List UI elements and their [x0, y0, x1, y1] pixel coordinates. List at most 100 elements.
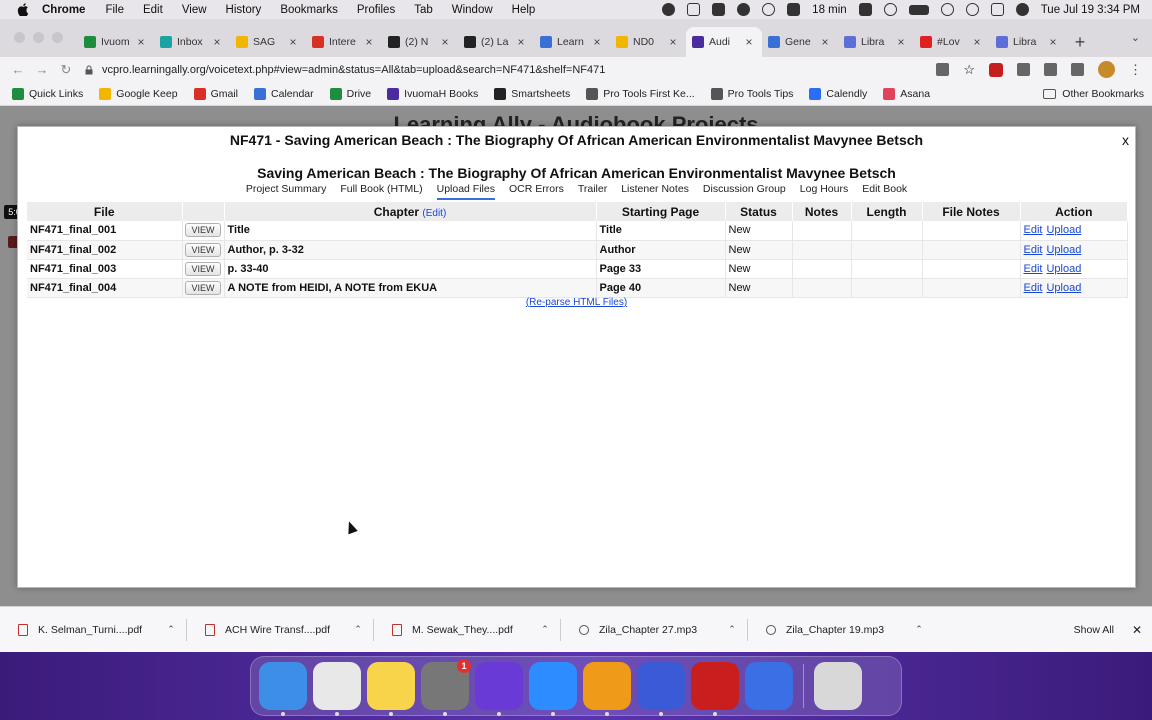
- dock-app-icon[interactable]: [313, 662, 361, 716]
- browser-tab[interactable]: #Lov ×: [914, 27, 990, 57]
- view-button[interactable]: VIEW: [185, 242, 221, 257]
- gear-status-icon[interactable]: [662, 3, 676, 16]
- tab-close-icon[interactable]: ×: [590, 35, 604, 49]
- edit-link[interactable]: Edit: [1024, 224, 1043, 236]
- extension-red-icon[interactable]: [989, 62, 1003, 77]
- browser-tab[interactable]: Gene ×: [762, 27, 838, 57]
- bookmark-star-icon[interactable]: ☆: [963, 62, 975, 78]
- close-icon[interactable]: x: [1122, 132, 1129, 148]
- chevron-up-icon[interactable]: ⌃: [912, 624, 926, 635]
- address-bar[interactable]: vcpro.learningally.org/voicetext.php#vie…: [84, 59, 936, 81]
- download-item[interactable]: K. Selman_Turni....pdf ⌃: [0, 623, 186, 636]
- tab-close-icon[interactable]: ×: [818, 35, 832, 49]
- chevron-up-icon[interactable]: ⌃: [725, 624, 739, 635]
- play-icon[interactable]: [883, 3, 897, 16]
- calendar-status-icon[interactable]: [787, 3, 801, 16]
- download-item[interactable]: ACH Wire Transf....pdf ⌃: [187, 623, 373, 636]
- other-bookmarks[interactable]: Other Bookmarks: [1043, 88, 1144, 100]
- browser-tab[interactable]: Learn ×: [534, 27, 610, 57]
- bookmark-item[interactable]: IvuomaH Books: [387, 87, 478, 100]
- subnav-tab[interactable]: Project Summary: [246, 183, 327, 200]
- menu-tab[interactable]: Tab: [414, 4, 433, 16]
- dock-app-icon[interactable]: [367, 662, 415, 716]
- bookmark-item[interactable]: Pro Tools Tips: [710, 87, 793, 100]
- reading-list-icon[interactable]: [1044, 63, 1057, 76]
- browser-tab[interactable]: (2) La ×: [458, 27, 534, 57]
- share-icon[interactable]: [936, 63, 950, 76]
- screen-capture-icon[interactable]: [687, 3, 701, 16]
- tab-close-icon[interactable]: ×: [970, 35, 984, 49]
- close-window-button[interactable]: [14, 32, 25, 43]
- chevron-up-icon[interactable]: ⌃: [351, 624, 365, 635]
- side-panel-icon[interactable]: [1071, 63, 1084, 76]
- subnav-tab[interactable]: Discussion Group: [703, 183, 786, 200]
- bookmark-item[interactable]: Quick Links: [12, 87, 83, 100]
- menu-history[interactable]: History: [226, 4, 262, 16]
- subnav-tab[interactable]: Upload Files: [436, 183, 495, 200]
- show-all-downloads-button[interactable]: Show All: [1074, 624, 1114, 636]
- tab-close-icon[interactable]: ×: [1046, 35, 1060, 49]
- scrivener-icon[interactable]: [858, 3, 872, 16]
- browser-tab[interactable]: Audi ×: [686, 27, 762, 57]
- edit-link[interactable]: Edit: [1024, 263, 1043, 275]
- dock-app-icon[interactable]: [814, 662, 862, 710]
- edit-link[interactable]: Edit: [1024, 244, 1043, 256]
- bookmark-item[interactable]: Calendar: [254, 87, 314, 100]
- tab-close-icon[interactable]: ×: [286, 35, 300, 49]
- dock-app-icon[interactable]: [259, 662, 307, 716]
- dock-app-icon[interactable]: [583, 662, 631, 716]
- subnav-tab[interactable]: Log Hours: [800, 183, 848, 200]
- menu-view[interactable]: View: [182, 4, 207, 16]
- view-button[interactable]: VIEW: [185, 280, 221, 295]
- tab-close-icon[interactable]: ×: [666, 35, 680, 49]
- browser-tab[interactable]: ND0 ×: [610, 27, 686, 57]
- browser-tab[interactable]: Ivuom ×: [78, 27, 154, 57]
- upload-link[interactable]: Upload: [1046, 224, 1081, 236]
- bookmark-item[interactable]: Google Keep: [99, 87, 178, 100]
- address-url[interactable]: vcpro.learningally.org/voicetext.php#vie…: [102, 64, 605, 76]
- upload-link[interactable]: Upload: [1046, 282, 1081, 294]
- browser-tab[interactable]: SAG ×: [230, 27, 306, 57]
- tab-close-icon[interactable]: ×: [894, 35, 908, 49]
- profile-avatar[interactable]: [1098, 61, 1115, 78]
- subnav-tab[interactable]: OCR Errors: [509, 183, 564, 200]
- menu-bookmarks[interactable]: Bookmarks: [280, 4, 338, 16]
- reload-icon[interactable]: ↻: [54, 62, 78, 78]
- tab-close-icon[interactable]: ×: [514, 35, 528, 49]
- download-item[interactable]: Zila_Chapter 27.mp3 ⌃: [561, 624, 747, 636]
- wifi-icon[interactable]: [940, 3, 954, 16]
- bookmark-item[interactable]: Asana: [883, 87, 930, 100]
- bookmark-item[interactable]: Pro Tools First Ke...: [586, 87, 695, 100]
- more-menu-icon[interactable]: ⋮: [1129, 62, 1142, 78]
- menubar-app-name[interactable]: Chrome: [42, 4, 85, 16]
- clock-text[interactable]: Tue Jul 19 3:34 PM: [1041, 4, 1140, 16]
- menu-file[interactable]: File: [105, 4, 124, 16]
- tab-search-chevron-icon[interactable]: ⌄: [1131, 31, 1140, 44]
- dock-app-icon[interactable]: [637, 662, 685, 716]
- dock-app-icon[interactable]: [529, 662, 577, 716]
- subnav-tab[interactable]: Edit Book: [862, 183, 907, 200]
- dock-app-icon[interactable]: 1: [421, 659, 471, 716]
- menu-edit[interactable]: Edit: [143, 4, 163, 16]
- bookmark-item[interactable]: Drive: [329, 87, 371, 100]
- tab-close-icon[interactable]: ×: [362, 35, 376, 49]
- apple-icon[interactable]: [16, 3, 30, 17]
- tab-close-icon[interactable]: ×: [438, 35, 452, 49]
- download-item[interactable]: M. Sewak_They....pdf ⌃: [374, 623, 560, 636]
- battery-icon[interactable]: [908, 4, 929, 15]
- download-item[interactable]: Zila_Chapter 19.mp3 ⌃: [748, 624, 934, 636]
- dock-app-icon[interactable]: [691, 662, 739, 716]
- tab-close-icon[interactable]: ×: [742, 35, 756, 49]
- zoom-window-button[interactable]: [52, 32, 63, 43]
- back-arrow-icon[interactable]: ←: [6, 62, 30, 77]
- extensions-puzzle-icon[interactable]: [1017, 63, 1030, 76]
- dock-app-icon[interactable]: [475, 662, 523, 716]
- bookmark-item[interactable]: Gmail: [193, 87, 238, 100]
- control-center-icon[interactable]: [990, 3, 1004, 16]
- reparse-html-link[interactable]: (Re-parse HTML Files): [18, 297, 1135, 308]
- subnav-tab[interactable]: Listener Notes: [621, 183, 689, 200]
- menu-window[interactable]: Window: [452, 4, 493, 16]
- bookmark-item[interactable]: Smartsheets: [494, 87, 570, 100]
- menu-help[interactable]: Help: [512, 4, 536, 16]
- browser-tab[interactable]: Libra ×: [838, 27, 914, 57]
